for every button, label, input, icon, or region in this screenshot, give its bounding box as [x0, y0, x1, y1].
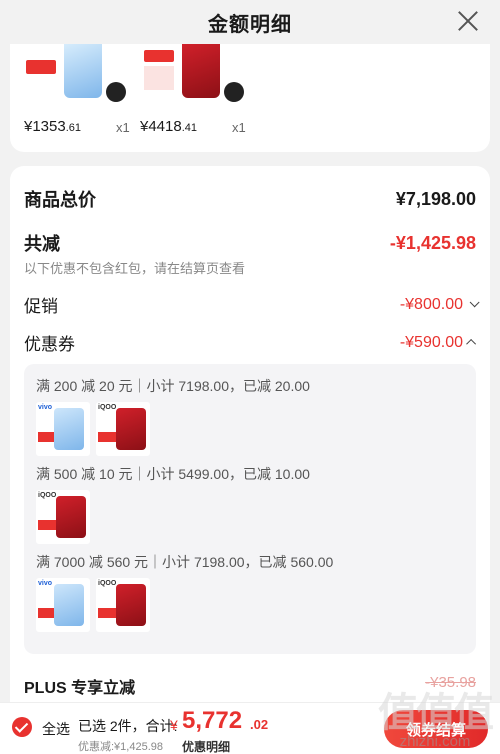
coupon-line: 满 7000 减 560 元｜小计 7198.00，已减 560.00	[36, 554, 334, 570]
discount-detail-link[interactable]: 优惠明细	[182, 738, 230, 754]
product-item[interactable]	[140, 44, 248, 102]
product-image	[22, 44, 130, 102]
total-row: 商品总价 ¥7,198.00	[24, 186, 476, 212]
watermark-text: zhizhi.com	[399, 733, 471, 750]
promo-value: -¥800.00	[399, 295, 463, 313]
coupon-line: 满 500 减 10 元｜小计 5499.00，已减 10.00	[36, 466, 310, 482]
coupon-line: 满 200 减 20 元｜小计 7198.00，已减 20.00	[36, 378, 310, 394]
page-title: 金额明细	[208, 13, 292, 36]
product-thumb: vivo	[36, 402, 90, 456]
product-price: ¥1353.61	[24, 118, 82, 135]
select-all-checkbox[interactable]	[12, 717, 32, 737]
product-qty: x1	[232, 120, 246, 135]
header: 金额明细	[0, 0, 500, 44]
coupon-detail-box: 满 200 减 20 元｜小计 7198.00，已减 20.00 vivo iQ…	[24, 364, 476, 654]
products-card: ¥1353.61 x1 ¥4418.41 x1	[10, 44, 490, 152]
chevron-down-icon	[469, 297, 480, 308]
plus-label: PLUS 专享立减	[24, 680, 136, 697]
product-price: ¥4418.41	[140, 118, 198, 135]
close-icon[interactable]	[454, 7, 482, 35]
reduce-label: 共减	[24, 234, 60, 254]
chevron-up-icon	[466, 338, 477, 349]
total-cents: .02	[250, 717, 269, 732]
total-value: ¥7,198.00	[395, 188, 476, 209]
watermark-logo: 值值值	[378, 691, 494, 735]
reduce-value: -¥1,425.98	[389, 232, 476, 253]
total-amount: 5,772	[182, 707, 243, 734]
reduce-row: 共减 -¥1,425.98	[24, 230, 476, 256]
product-image	[140, 44, 248, 102]
watermark: 值值值 zhizhi.com	[378, 691, 494, 750]
product-thumb: iQOO	[96, 402, 150, 456]
product-qty: x1	[116, 120, 130, 135]
reduce-note: 以下优惠不包含红包，请在结算页查看	[24, 261, 246, 276]
coupon-label: 优惠券	[24, 335, 75, 354]
product-thumb: iQOO	[96, 578, 150, 632]
product-thumb: vivo	[36, 578, 90, 632]
select-all-label[interactable]: 全选	[42, 719, 70, 739]
total-label: 商品总价	[24, 190, 96, 210]
product-item[interactable]	[22, 44, 130, 102]
currency-symbol: ¥	[170, 717, 178, 733]
product-thumb: iQOO	[36, 490, 90, 544]
coupon-value: -¥590.00	[399, 333, 463, 351]
promo-row[interactable]: 促销 -¥800.00	[24, 292, 480, 317]
coupon-row[interactable]: 优惠券 -¥590.00	[24, 330, 477, 355]
promo-label: 促销	[24, 297, 58, 316]
discount-amount: 优惠减:¥1,425.98	[78, 741, 163, 753]
selected-count: 已选 2件，合计:	[78, 718, 178, 734]
price-detail-card: 商品总价 ¥7,198.00 共减 -¥1,425.98 以下优惠不包含红包，请…	[10, 166, 490, 754]
